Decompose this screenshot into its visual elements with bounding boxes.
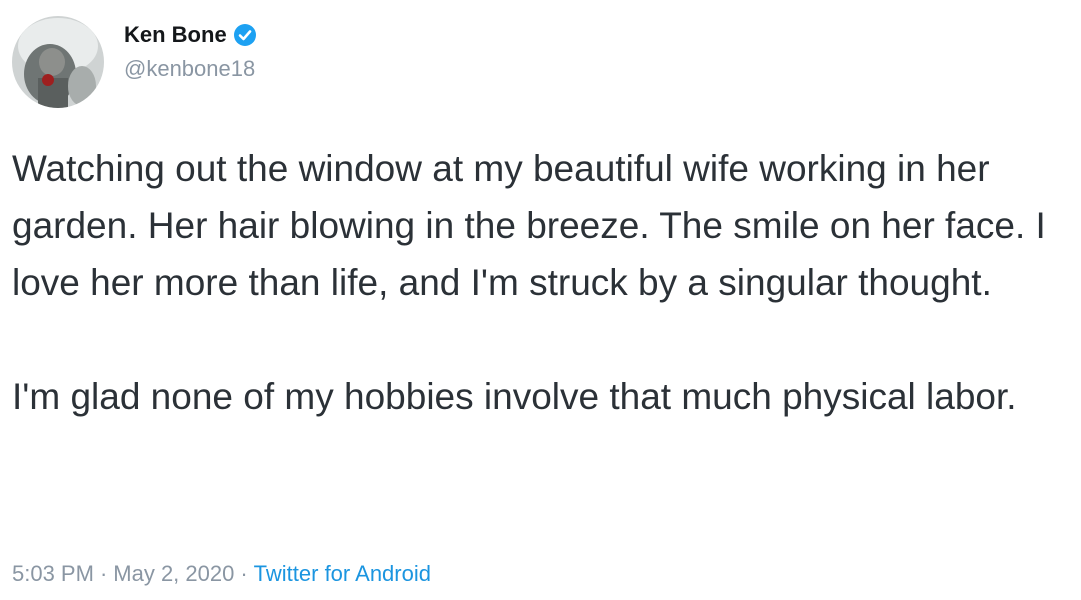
meta-separator: · bbox=[240, 561, 248, 586]
tweet-paragraph: Watching out the window at my beautiful … bbox=[12, 148, 1057, 303]
tweet-card: Ken Bone @kenbone18 Watching out the win… bbox=[0, 0, 1081, 600]
tweet-header: Ken Bone @kenbone18 bbox=[12, 16, 257, 108]
name-row: Ken Bone bbox=[124, 20, 257, 50]
avatar-image bbox=[12, 16, 104, 108]
tweet-paragraph: I'm glad none of my hobbies involve that… bbox=[12, 376, 1017, 417]
display-name[interactable]: Ken Bone bbox=[124, 22, 227, 48]
tweet-date[interactable]: May 2, 2020 bbox=[113, 561, 234, 586]
avatar[interactable] bbox=[12, 16, 104, 108]
author-names: Ken Bone @kenbone18 bbox=[124, 20, 257, 82]
meta-separator: · bbox=[99, 561, 108, 586]
tweet-source-link[interactable]: Twitter for Android bbox=[254, 561, 431, 586]
tweet-meta: 5:03 PM · May 2, 2020 · Twitter for Android bbox=[12, 561, 431, 587]
verified-badge-icon bbox=[233, 23, 257, 47]
tweet-time[interactable]: 5:03 PM bbox=[12, 561, 94, 586]
tweet-text: Watching out the window at my beautiful … bbox=[12, 140, 1072, 425]
user-handle[interactable]: @kenbone18 bbox=[124, 56, 257, 82]
